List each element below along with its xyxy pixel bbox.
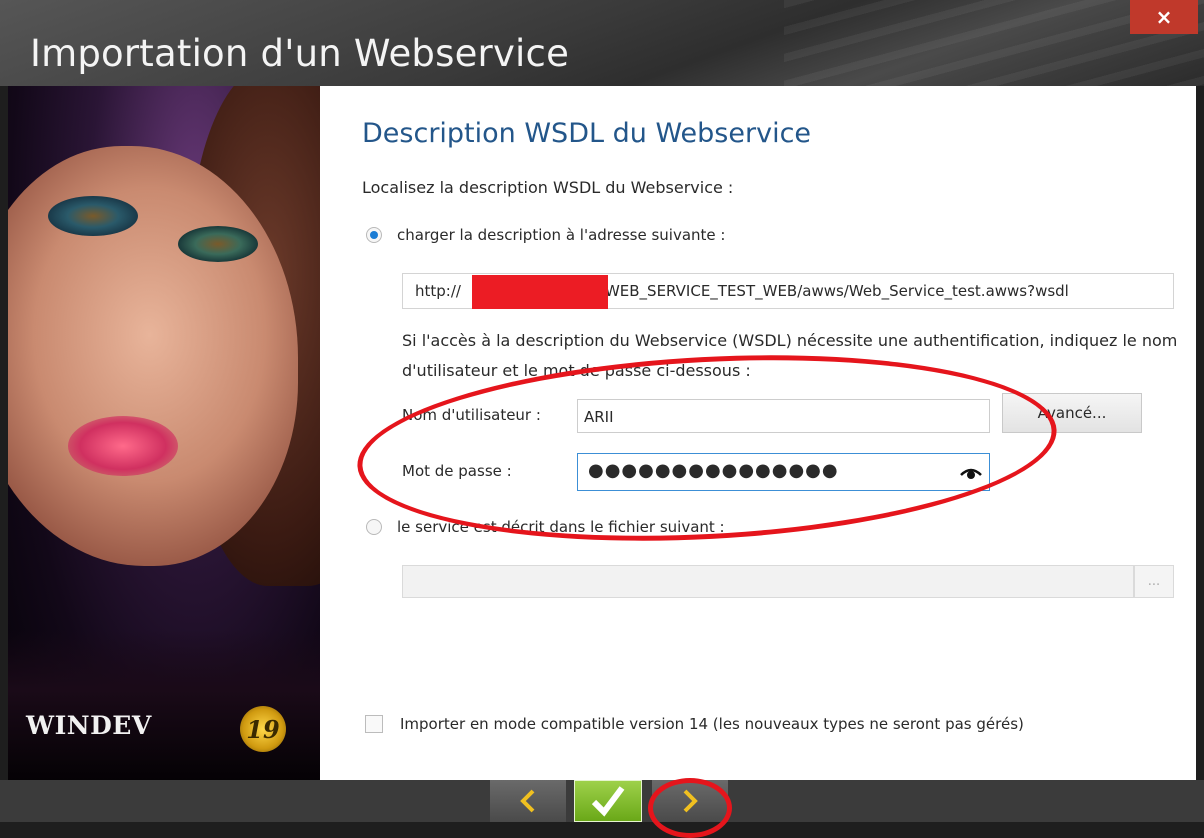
- finish-button[interactable]: [574, 780, 642, 822]
- password-input[interactable]: ●●●●●●●●●●●●●●●: [577, 453, 990, 491]
- windev-banner-image: WINDEV 19: [8, 86, 320, 780]
- banner-eye: [178, 226, 258, 262]
- radio-load-url-label[interactable]: charger la description à l'adresse suiva…: [397, 226, 725, 244]
- chevron-right-icon: [683, 789, 698, 813]
- intro-text: Localisez la description WSDL du Webserv…: [362, 178, 734, 197]
- browse-button[interactable]: ...: [1134, 565, 1174, 598]
- advanced-button[interactable]: Avancé...: [1002, 393, 1142, 433]
- close-button[interactable]: ×: [1130, 0, 1198, 34]
- chevron-left-icon: [520, 789, 535, 813]
- password-label: Mot de passe :: [402, 462, 512, 480]
- wsdl-file-input[interactable]: [402, 565, 1134, 598]
- banner-eye: [48, 196, 138, 236]
- auth-instructions: Si l'accès à la description du Webservic…: [402, 331, 1178, 380]
- radio-load-url[interactable]: [366, 227, 382, 243]
- url-suffix: WEB_SERVICE_TEST_WEB/awws/Web_Service_te…: [604, 282, 1069, 300]
- compat-mode-label[interactable]: Importer en mode compatible version 14 (…: [400, 715, 1024, 733]
- wizard-content: Description WSDL du Webservice Localisez…: [320, 86, 1196, 780]
- banner-crowd: [8, 630, 320, 780]
- page-title: Description WSDL du Webservice: [362, 118, 812, 149]
- url-prefix: http://: [415, 282, 461, 300]
- window-title: Importation d'un Webservice: [30, 32, 570, 75]
- checkmark-icon: [591, 786, 625, 817]
- compat-mode-checkbox[interactable]: [365, 715, 383, 733]
- windev-logo: WINDEV: [26, 711, 152, 740]
- next-button[interactable]: [652, 780, 728, 822]
- version-badge: 19: [240, 706, 286, 752]
- title-bar: Importation d'un Webservice ×: [0, 0, 1204, 86]
- banner-lips: [68, 416, 178, 476]
- wizard-window: Importation d'un Webservice × WINDEV 19 …: [0, 0, 1204, 838]
- radio-load-file-label[interactable]: le service est décrit dans le fichier su…: [397, 518, 725, 536]
- username-label: Nom d'utilisateur :: [402, 406, 541, 424]
- show-password-eye-icon[interactable]: [960, 466, 982, 480]
- username-input[interactable]: ARII: [577, 399, 990, 433]
- redaction-box: [472, 275, 608, 309]
- back-button[interactable]: [490, 780, 566, 822]
- radio-load-file[interactable]: [366, 519, 382, 535]
